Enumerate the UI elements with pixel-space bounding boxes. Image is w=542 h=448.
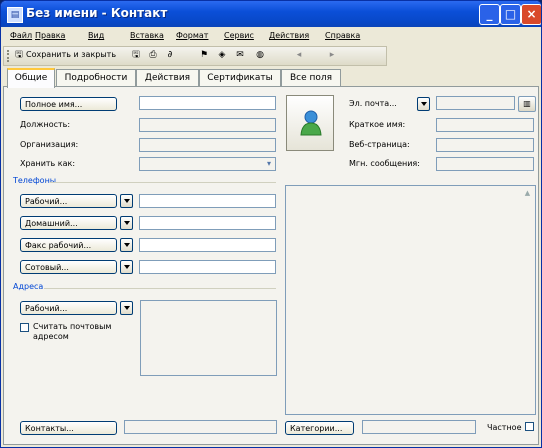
web-page-label: Веб-страница:: [349, 140, 410, 149]
addresses-divider: [44, 288, 276, 289]
business-fax-button[interactable]: Факс рабочий...: [20, 238, 117, 252]
toolbar-grip[interactable]: [7, 50, 11, 62]
display-as-field[interactable]: [436, 118, 534, 132]
minimize-button[interactable]: _: [479, 4, 500, 25]
im-address-field[interactable]: [436, 157, 534, 171]
contact-window: ▤ Без имени - Контакт _ □ × Файл Правка …: [0, 0, 542, 448]
private-checkbox[interactable]: [525, 422, 534, 431]
web-page-field[interactable]: [436, 138, 534, 152]
phones-section-title: Телефоны: [13, 176, 57, 185]
notes-area[interactable]: ▲: [285, 185, 536, 415]
previous-icon[interactable]: ◂: [293, 50, 305, 61]
addresses-section-title: Адреса: [13, 282, 44, 291]
save-and-close-button[interactable]: Сохранить и закрыть: [26, 50, 116, 59]
email-type-dropdown[interactable]: [417, 97, 430, 111]
next-icon[interactable]: ▸: [326, 50, 338, 61]
home-phone-dropdown[interactable]: [120, 216, 133, 230]
business-phone-field[interactable]: [139, 194, 276, 208]
general-panel: Полное имя... Должность: Организация: Хр…: [3, 86, 539, 445]
attach-icon[interactable]: ∂: [164, 50, 176, 61]
globe-icon[interactable]: ◍: [254, 50, 266, 61]
tab-all-fields[interactable]: Все поля: [281, 69, 341, 86]
close-button[interactable]: ×: [521, 4, 541, 25]
job-title-label: Должность:: [20, 120, 71, 129]
business-phone-dropdown[interactable]: [120, 194, 133, 208]
categories-button[interactable]: Категории...: [285, 421, 354, 435]
standard-toolbar: 🖫 Сохранить и закрыть 🖫 ⎙ ∂ ⚑ ◈ ✉ ◍ ◂ ▸: [3, 46, 387, 66]
menu-file[interactable]: Файл: [10, 31, 32, 40]
menu-bar: Файл Правка Вид Вставка Формат Сервис Де…: [3, 28, 387, 45]
business-fax-field[interactable]: [139, 238, 276, 252]
tab-container: Общие Подробности Действия Сертификаты В…: [3, 68, 539, 445]
mailing-address-checkbox[interactable]: [20, 323, 29, 332]
company-field[interactable]: [139, 138, 276, 152]
mobile-phone-dropdown[interactable]: [120, 260, 133, 274]
menu-view[interactable]: Вид: [88, 31, 104, 40]
scroll-up-icon[interactable]: ▲: [523, 189, 532, 198]
file-as-combo[interactable]: ▾: [139, 157, 276, 171]
full-name-field[interactable]: [139, 96, 276, 110]
tab-general[interactable]: Общие: [7, 68, 55, 88]
mobile-phone-field[interactable]: [139, 260, 276, 274]
menu-edit[interactable]: Правка: [35, 31, 65, 40]
save-close-icon: 🖫: [15, 50, 23, 60]
im-address-label: Мгн. сообщения:: [349, 159, 420, 168]
tab-certificates[interactable]: Сертификаты: [199, 69, 281, 86]
business-phone-button[interactable]: Рабочий...: [20, 194, 117, 208]
mobile-phone-button[interactable]: Сотовый...: [20, 260, 117, 274]
company-label: Организация:: [20, 140, 79, 149]
menu-help[interactable]: Справка: [325, 31, 360, 40]
menu-tools[interactable]: Сервис: [224, 31, 254, 40]
window-title: Без имени - Контакт: [26, 6, 168, 20]
tab-details[interactable]: Подробности: [56, 69, 136, 86]
full-name-button[interactable]: Полное имя...: [20, 97, 117, 111]
tab-activities[interactable]: Действия: [136, 69, 199, 86]
address-book-icon[interactable]: ▥: [518, 96, 536, 112]
contact-photo-icon: [300, 110, 322, 136]
address-field[interactable]: [140, 300, 277, 376]
mailing-address-label: Считать почтовым адресом: [33, 322, 112, 341]
home-phone-field[interactable]: [139, 216, 276, 230]
flag-icon[interactable]: ⚑: [198, 50, 210, 61]
menu-insert[interactable]: Вставка: [130, 31, 164, 40]
display-as-label: Краткое имя:: [349, 120, 406, 129]
categories-icon[interactable]: ◈: [216, 50, 228, 61]
menu-actions[interactable]: Действия: [269, 31, 309, 40]
maximize-button[interactable]: □: [500, 4, 521, 25]
email-field[interactable]: [436, 96, 515, 110]
contacts-field[interactable]: [124, 420, 277, 434]
save-icon[interactable]: 🖫: [130, 50, 142, 61]
private-label: Частное: [487, 423, 522, 432]
business-fax-dropdown[interactable]: [120, 238, 133, 252]
categories-field[interactable]: [362, 420, 476, 434]
envelope-icon[interactable]: ✉: [234, 50, 246, 61]
chevron-down-icon[interactable]: ▾: [264, 159, 274, 169]
file-as-label: Хранить как:: [20, 159, 76, 168]
contact-card-icon: ▤: [7, 7, 23, 23]
home-phone-button[interactable]: Домашний...: [20, 216, 117, 230]
print-icon[interactable]: ⎙: [147, 50, 159, 61]
address-type-dropdown[interactable]: [120, 301, 133, 315]
title-bar[interactable]: ▤ Без имени - Контакт _ □ ×: [1, 1, 541, 27]
job-title-field[interactable]: [139, 118, 276, 132]
contacts-button[interactable]: Контакты...: [20, 421, 117, 435]
email-button[interactable]: Эл. почта...: [349, 97, 415, 111]
address-type-button[interactable]: Рабочий...: [20, 301, 117, 315]
menu-format[interactable]: Формат: [176, 31, 208, 40]
phones-divider: [50, 182, 276, 183]
contact-photo-button[interactable]: [286, 95, 334, 151]
